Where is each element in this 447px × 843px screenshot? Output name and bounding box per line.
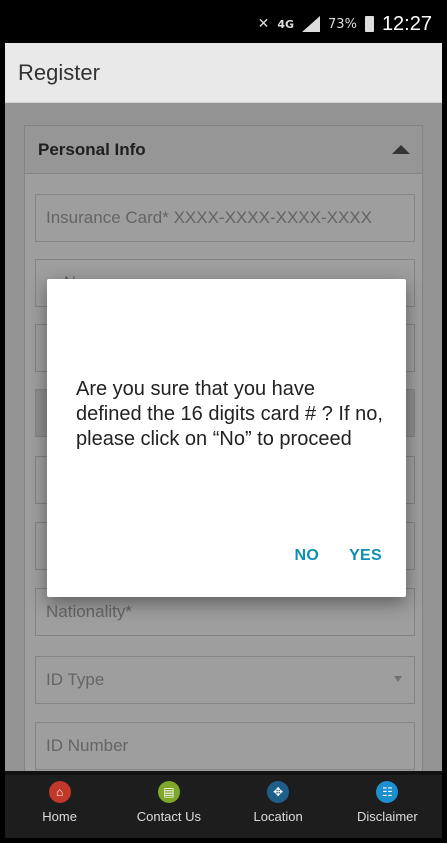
- network-type: 4G: [277, 17, 295, 31]
- disclaimer-icon: ☷: [376, 781, 399, 803]
- status-bar: ✕ 4G 73% 12:27: [5, 5, 442, 43]
- dialog-message: Are you sure that you have defined the 1…: [76, 378, 383, 450]
- phone-screen: ✕ 4G 73% 12:27 Register Personal Info In…: [5, 5, 442, 838]
- nav-label-disclaimer: Disclaimer: [357, 809, 418, 824]
- nav-label-home: Home: [42, 809, 77, 824]
- yes-button[interactable]: YES: [349, 547, 382, 565]
- bottom-navigation: ⌂ Home ▤ Contact Us ✥ Location ☷ Disclai…: [5, 771, 442, 838]
- nav-item-home[interactable]: ⌂ Home: [5, 771, 114, 838]
- confirm-dialog: Are you sure that you have defined the 1…: [47, 279, 406, 597]
- clock: 12:27: [381, 12, 432, 35]
- app-bar: Register: [5, 43, 442, 103]
- battery-icon: [364, 16, 374, 32]
- battery-percent: 73%: [328, 16, 357, 32]
- dialog-actions: NO YES: [294, 547, 382, 565]
- mute-icon: ✕: [257, 16, 270, 32]
- contact-icon: ▤: [157, 781, 180, 803]
- nav-item-location[interactable]: ✥ Location: [224, 771, 333, 838]
- nav-item-contact-us[interactable]: ▤ Contact Us: [114, 771, 223, 838]
- no-button[interactable]: NO: [294, 547, 319, 565]
- signal-icon: [302, 16, 321, 32]
- nav-item-disclaimer[interactable]: ☷ Disclaimer: [333, 771, 442, 838]
- nav-label-contact-us: Contact Us: [136, 809, 202, 824]
- home-icon: ⌂: [48, 781, 71, 803]
- location-icon: ✥: [267, 781, 290, 803]
- nav-label-location: Location: [253, 809, 303, 824]
- page-title: Register: [18, 59, 100, 85]
